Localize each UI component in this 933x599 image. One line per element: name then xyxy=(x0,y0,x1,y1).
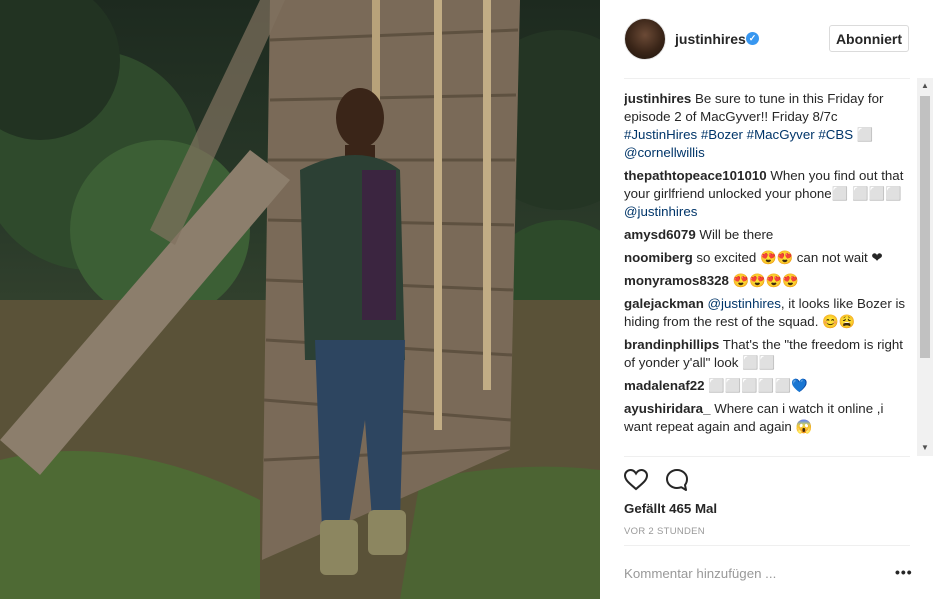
comment-bubble-icon[interactable] xyxy=(664,467,690,493)
comment-text: Will be there xyxy=(699,227,774,242)
comment-item: galejackman @justinhires, it looks like … xyxy=(624,295,924,331)
comment-mention[interactable]: @justinhires xyxy=(624,204,697,219)
comment-text: 😍😍😍😍 xyxy=(732,273,799,288)
post-timestamp[interactable]: VOR 2 STUNDEN xyxy=(624,526,705,537)
post-photo[interactable] xyxy=(0,0,600,599)
add-comment-input[interactable] xyxy=(624,562,874,584)
comment-hashtags[interactable]: #JustinHires #Bozer #MacGyver #CBS ⬜ xyxy=(624,127,873,142)
comment-author[interactable]: monyramos8328 xyxy=(624,273,729,288)
comment-item: noomiberg so excited 😍😍 can not wait ❤ xyxy=(624,249,924,267)
comment-item: madalenaf22 ⬜⬜⬜⬜⬜💙 xyxy=(624,377,924,395)
post-details-panel: justinhires ✓ Abonniert justinhires Be s… xyxy=(600,0,933,599)
comment-author[interactable]: brandinphillips xyxy=(624,337,719,352)
following-button[interactable]: Abonniert xyxy=(829,25,909,52)
verified-badge-icon: ✓ xyxy=(746,32,759,45)
comment-author[interactable]: galejackman xyxy=(624,296,704,311)
footer-divider xyxy=(624,545,910,546)
ellipsis-icon[interactable]: ••• xyxy=(895,564,913,580)
comment-author[interactable]: amysd6079 xyxy=(624,227,696,242)
photo-illustration xyxy=(0,0,600,599)
comment-item: brandinphillips That's the "the freedom … xyxy=(624,336,924,372)
username-link[interactable]: justinhires xyxy=(675,31,746,47)
heart-icon[interactable] xyxy=(623,467,649,493)
comment-text: so excited 😍😍 can not wait ❤ xyxy=(696,250,883,265)
comment-mention[interactable]: @justinhires xyxy=(708,296,781,311)
header-divider xyxy=(624,78,910,79)
comment-author[interactable]: ayushiridara_ xyxy=(624,401,710,416)
comment-item: amysd6079 Will be there xyxy=(624,226,924,244)
comment-author[interactable]: thepathtopeace101010 xyxy=(624,168,767,183)
scroll-thumb[interactable] xyxy=(920,96,930,358)
post-header: justinhires ✓ Abonniert xyxy=(600,0,933,78)
comment-mention[interactable]: @cornellwillis xyxy=(624,145,705,160)
likes-count[interactable]: Gefällt 465 Mal xyxy=(624,501,717,516)
comment-item: ayushiridara_ Where can i watch it onlin… xyxy=(624,400,924,436)
comment-caption: justinhires Be sure to tune in this Frid… xyxy=(624,90,924,162)
comment-text: ⬜⬜⬜⬜⬜💙 xyxy=(708,378,808,393)
comment-item: monyramos8328 😍😍😍😍 xyxy=(624,272,924,290)
comments-scrollbar[interactable]: ▲ ▼ xyxy=(917,78,933,456)
scroll-down-icon[interactable]: ▼ xyxy=(917,440,933,456)
comment-author[interactable]: madalenaf22 xyxy=(624,378,705,393)
comment-item: thepathtopeace101010 When you find out t… xyxy=(624,167,924,221)
scroll-up-icon[interactable]: ▲ xyxy=(917,78,933,94)
comment-author[interactable]: noomiberg xyxy=(624,250,693,265)
comment-author[interactable]: justinhires xyxy=(624,91,691,106)
avatar[interactable] xyxy=(624,18,666,60)
comments-list[interactable]: justinhires Be sure to tune in this Frid… xyxy=(624,90,924,456)
comments-divider xyxy=(624,456,910,457)
